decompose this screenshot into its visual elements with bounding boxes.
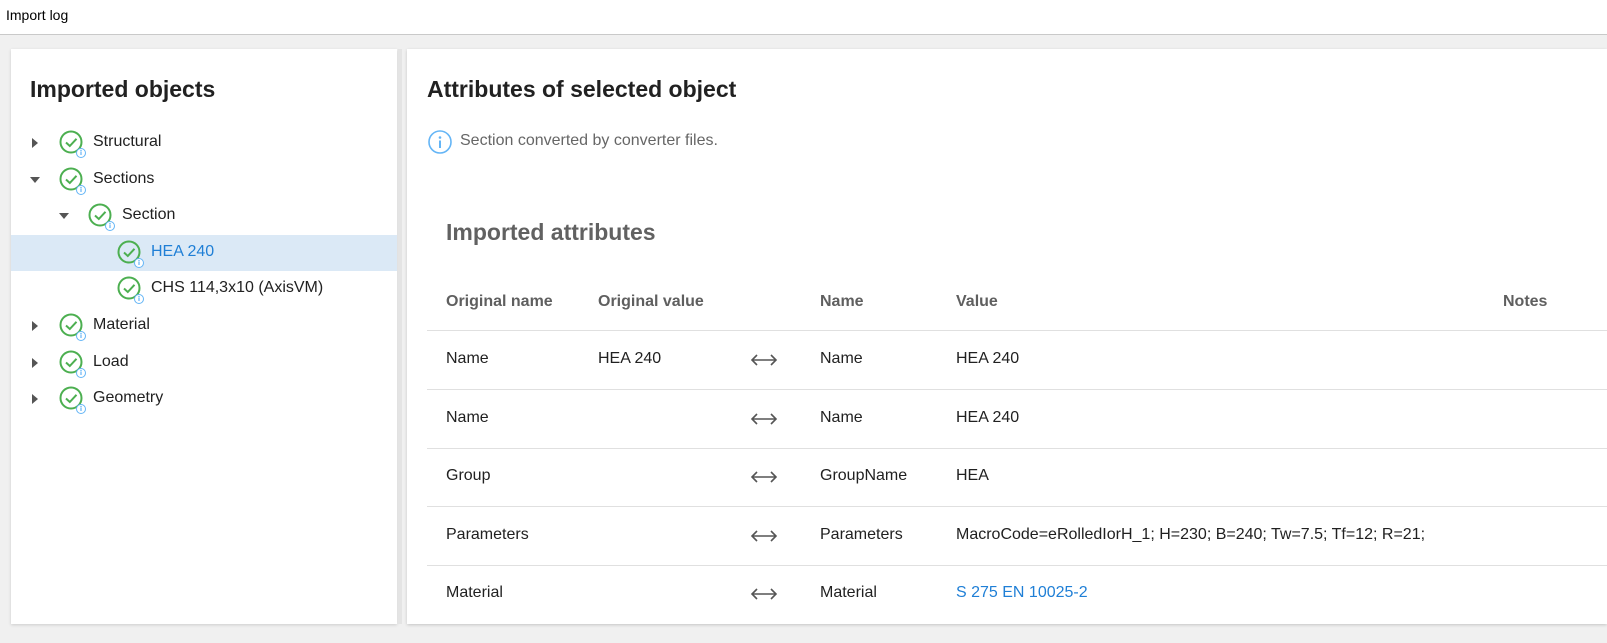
success-check-icon	[59, 313, 86, 341]
imported-objects-panel: Imported objects Structural Sections Secti…	[11, 49, 397, 624]
col-original-name[interactable]: Original name	[446, 293, 553, 311]
window-title: Import log	[6, 7, 69, 23]
cell-name: Material	[820, 584, 877, 601]
cell-name: Name	[820, 408, 863, 426]
tree-item-label: Structural	[93, 133, 162, 150]
cell-original-name: Group	[446, 467, 491, 484]
col-notes[interactable]: Notes	[1503, 293, 1547, 311]
cell-original-name: Name	[446, 408, 489, 426]
caret-right-icon[interactable]	[29, 357, 41, 369]
col-name[interactable]: Name	[820, 293, 864, 311]
tree-item[interactable]: HEA 240	[11, 234, 397, 271]
cell-original-name: Name	[446, 350, 489, 367]
success-check-icon	[88, 203, 115, 232]
tree-item-label: Material	[93, 316, 150, 333]
tree-item[interactable]: Load	[11, 345, 397, 381]
table-row[interactable]: Name HEA 240 Name HEA 240	[427, 331, 1607, 390]
caret-down-icon[interactable]	[58, 210, 70, 222]
col-original-value[interactable]: Original value	[598, 293, 704, 311]
caret-down-icon[interactable]	[29, 174, 41, 186]
imported-objects-title: Imported objects	[30, 76, 216, 102]
info-icon	[428, 130, 452, 154]
tree-item-label: Load	[93, 352, 129, 370]
cell-name: GroupName	[820, 467, 908, 484]
cell-original-name: Parameters	[446, 525, 529, 543]
caret-right-icon[interactable]	[29, 393, 41, 405]
tree-item-label: HEA 240	[151, 242, 215, 260]
tree-item[interactable]: Structural	[11, 125, 397, 161]
imported-attributes-title: Imported attributes	[446, 219, 656, 245]
success-check-icon	[59, 350, 86, 378]
info-text: Section converted by converter files.	[460, 132, 718, 149]
tree-item[interactable]: Sections	[11, 162, 397, 198]
double-arrow-icon	[750, 588, 778, 600]
attributes-title: Attributes of selected object	[427, 76, 737, 102]
cell-value: MacroCode=eRolledIorH_1; H=230; B=240; T…	[956, 525, 1426, 543]
cell-original-value: HEA 240	[598, 350, 662, 367]
window-titlebar: Import log	[0, 0, 1607, 35]
caret-right-icon[interactable]	[29, 320, 41, 332]
table-row[interactable]: Name Name HEA 240	[427, 390, 1607, 449]
attributes-panel: Attributes of selected object Section co…	[407, 49, 1607, 624]
success-check-icon	[117, 276, 144, 305]
success-check-icon	[59, 130, 86, 158]
tree-item[interactable]: CHS 114,3x10 (AxisVM)	[11, 271, 397, 307]
table-row[interactable]: Parameters Parameters MacroCode=eRolledIor…	[427, 507, 1607, 566]
cell-value: HEA 240	[956, 350, 1020, 367]
panel-splitter[interactable]	[398, 49, 402, 624]
tree-item[interactable]: Section	[11, 198, 397, 234]
tree-item-label: Geometry	[93, 389, 164, 407]
tree-item-label: CHS 114,3x10 (AxisVM)	[151, 279, 324, 297]
success-check-icon	[117, 240, 144, 268]
success-check-icon	[59, 167, 86, 195]
cell-value: HEA 240	[956, 408, 1020, 426]
double-arrow-icon	[750, 529, 778, 542]
double-arrow-icon	[750, 412, 778, 425]
table-row[interactable]: Group GroupName HEA	[427, 448, 1607, 507]
col-value[interactable]: Value	[956, 293, 998, 311]
cell-original-name: Material	[446, 584, 503, 601]
success-check-icon	[59, 386, 86, 415]
cell-value[interactable]: S 275 EN 10025-2	[956, 584, 1088, 602]
tree-item[interactable]: Geometry	[11, 381, 397, 417]
cell-value: HEA	[956, 467, 989, 484]
double-arrow-icon	[750, 354, 778, 366]
tree-item-label: Section	[122, 206, 176, 224]
table-row[interactable]: Material Material S 275 EN 10025-2	[427, 565, 1607, 623]
tree-item[interactable]: Material	[11, 308, 397, 344]
cell-name: Name	[820, 350, 863, 367]
tree-item-label: Sections	[93, 169, 155, 187]
double-arrow-icon	[750, 471, 778, 483]
caret-right-icon[interactable]	[29, 137, 41, 149]
cell-name: Parameters	[820, 525, 903, 543]
